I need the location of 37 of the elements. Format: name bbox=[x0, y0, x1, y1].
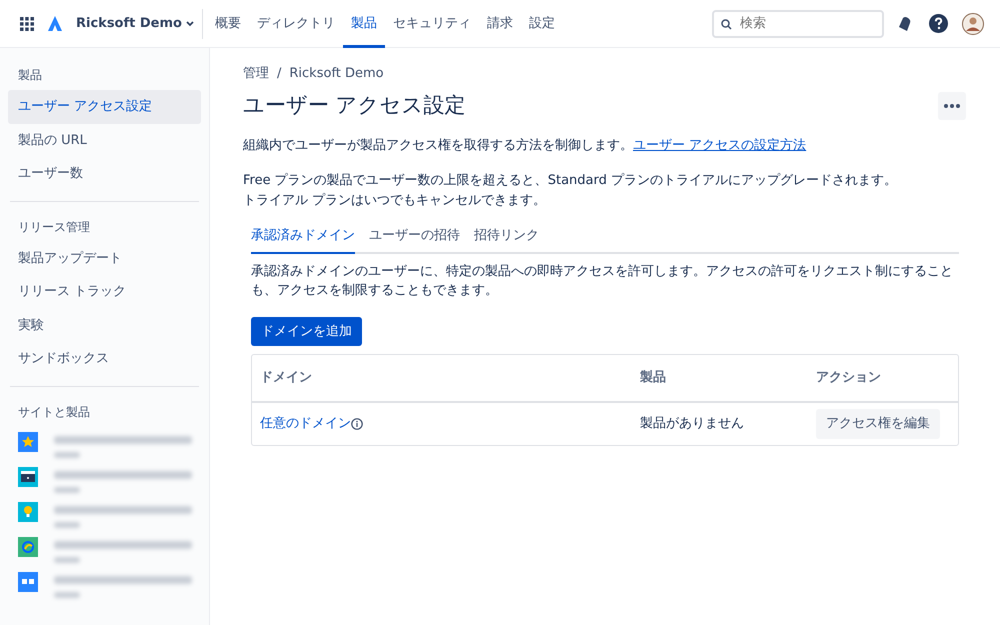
nav-tab[interactable]: 概要 bbox=[206, 0, 249, 48]
help-link[interactable]: ユーザー アクセスの設定方法 bbox=[633, 138, 806, 152]
edit-access-button[interactable]: アクセス権を編集 bbox=[816, 409, 940, 439]
tab[interactable]: 承認済みドメイン bbox=[251, 226, 355, 254]
sidebar-item[interactable]: 実験 bbox=[8, 308, 201, 342]
sidebar-item[interactable]: ユーザー アクセス設定 bbox=[8, 90, 201, 124]
column-header: 製品 bbox=[640, 369, 667, 388]
sidebar-item[interactable]: リリース トラック bbox=[8, 275, 201, 308]
breadcrumb-link[interactable]: 管理 bbox=[243, 64, 269, 84]
org-switcher[interactable]: Ricksoft Demo bbox=[76, 8, 203, 38]
nav-tab[interactable]: 製品 bbox=[342, 0, 385, 48]
page-title: ユーザー アクセス設定 bbox=[243, 92, 466, 118]
nav-tab[interactable]: 請求 bbox=[478, 0, 521, 48]
breadcrumb-separator: / bbox=[277, 65, 282, 83]
tab[interactable]: ユーザーの招待 bbox=[369, 226, 460, 254]
sidebar-item[interactable]: 製品アップデート bbox=[8, 242, 201, 275]
nav-tab[interactable]: ディレクトリ bbox=[248, 0, 343, 48]
sidebar-item[interactable]: サンドボックス bbox=[8, 342, 201, 376]
column-header: ドメイン bbox=[260, 369, 313, 388]
section-heading: リリース管理 bbox=[17, 218, 91, 236]
nav-tab[interactable]: 設定 bbox=[520, 0, 563, 48]
sidebar-item[interactable]: ユーザー数 bbox=[8, 157, 201, 190]
breadcrumb-link[interactable]: Ricksoft Demo bbox=[289, 64, 384, 84]
notice-text: トライアル プランはいつでもキャンセルできます。 bbox=[243, 192, 548, 210]
nav-tab[interactable]: セキュリティ bbox=[384, 0, 479, 48]
sidebar-item[interactable]: 製品の URL bbox=[8, 124, 201, 157]
add-domain-button[interactable]: ドメインを追加 bbox=[251, 316, 362, 346]
intro-text: 組織内でユーザーが製品アクセス権を取得する方法を制御します。ユーザー アクセスの設定方法 bbox=[243, 136, 808, 154]
table-cell-text: 製品がありません bbox=[640, 415, 745, 434]
section-heading: サイトと製品 bbox=[17, 404, 91, 420]
section-heading: 製品 bbox=[17, 67, 43, 84]
column-header: アクション bbox=[816, 369, 881, 388]
domain-link[interactable]: 任意のドメイン bbox=[260, 414, 351, 434]
tab[interactable]: 招待リンク bbox=[474, 226, 539, 254]
description-text: 承認済みドメインのユーザーに、特定の製品への即時アクセスを許可します。アクセスの許可をリクエスト制にすることも、アクセスを制限することもできます。 bbox=[251, 262, 954, 300]
notice-text: Free プランの製品でユーザー数の上限を超えると、Standard プランのトライアルにアップグレードされます。 bbox=[243, 172, 898, 190]
search-field[interactable]: 検索 bbox=[712, 10, 884, 38]
